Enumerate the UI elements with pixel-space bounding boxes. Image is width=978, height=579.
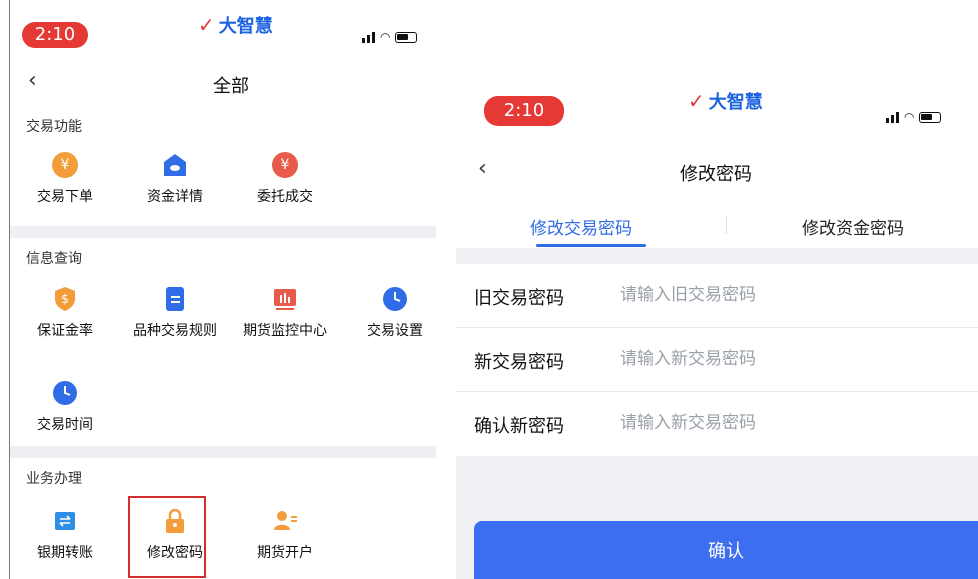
confirm-password-label: 确认新密码 (474, 416, 564, 437)
tile-margin-rate[interactable]: $ 保证金率 (10, 286, 120, 340)
section-title-trading: 交易功能 (26, 119, 82, 135)
wifi-icon: ◠ (380, 30, 391, 44)
brand-icon: ✓ (198, 13, 215, 37)
back-icon[interactable]: ‹ (478, 156, 487, 181)
old-password-label: 旧交易密码 (474, 288, 564, 309)
old-password-input[interactable] (620, 280, 960, 310)
wifi-icon: ◠ (904, 110, 915, 124)
yen-hand-icon: ¥ (272, 152, 298, 178)
tile-orders-fills[interactable]: ¥ 委托成交 (230, 152, 340, 206)
system-icons: ◠ (362, 30, 418, 44)
confirm-button[interactable]: 确认 (474, 521, 978, 579)
bank-icon (162, 152, 188, 178)
tab-change-trade-password[interactable]: 修改交易密码 (530, 214, 632, 239)
document-icon (162, 286, 188, 312)
svg-text:$: $ (61, 292, 69, 306)
clock-icon (52, 380, 78, 406)
highlight-box (128, 496, 206, 578)
yen-coin-icon: ¥ (52, 152, 78, 178)
tab-divider (726, 216, 727, 234)
tile-trade-order[interactable]: ¥ 交易下单 (10, 152, 120, 206)
status-bar: 2:10 ✓ 大智慧 ◠ (456, 80, 978, 126)
new-password-label: 新交易密码 (474, 352, 564, 373)
shield-dollar-icon: $ (52, 286, 78, 312)
confirm-password-row: 确认新密码 (456, 392, 978, 456)
page-title: 修改密码 (680, 164, 752, 185)
status-bar: 2:10 ✓ 大智慧 ◠ (10, 0, 446, 48)
active-tab-indicator (536, 244, 646, 247)
tile-monitoring-center[interactable]: 期货监控中心 (230, 286, 340, 340)
user-card-icon (272, 508, 298, 534)
confirm-password-input[interactable] (620, 408, 960, 438)
new-password-input[interactable] (620, 344, 960, 374)
clock-icon (382, 286, 408, 312)
tile-trade-settings[interactable]: 交易设置 (340, 286, 450, 340)
time-badge: 2:10 (484, 96, 564, 126)
signal-icon (886, 111, 899, 123)
battery-icon (395, 31, 418, 43)
new-password-row: 新交易密码 (456, 328, 978, 392)
brand-name: 大智慧 (708, 92, 763, 113)
tab-change-fund-password[interactable]: 修改资金密码 (802, 214, 904, 239)
brand-icon: ✓ (688, 89, 705, 113)
section-title-business: 业务办理 (26, 471, 82, 487)
section-separator (10, 226, 436, 238)
section-title-info: 信息查询 (26, 251, 82, 267)
all-functions-screen: 2:10 ✓ 大智慧 ◠ ‹ 全部 交易功能 ¥ 交易下单 资金详情 ¥ 委托成… (10, 0, 446, 579)
signal-icon (362, 31, 375, 43)
tile-trading-rules[interactable]: 品种交易规则 (120, 286, 230, 340)
section-separator (456, 248, 978, 264)
brand-name: 大智慧 (218, 16, 273, 37)
time-badge: 2:10 (22, 22, 88, 48)
tile-fund-details[interactable]: 资金详情 (120, 152, 230, 206)
tile-trading-hours[interactable]: 交易时间 (10, 380, 120, 434)
old-password-row: 旧交易密码 (456, 264, 978, 328)
battery-icon (919, 111, 942, 123)
change-password-screen: 2:10 ✓ 大智慧 ◠ ‹ 修改密码 修改交易密码 修改资金密码 旧交易密码 … (456, 80, 978, 579)
transfer-icon (52, 508, 78, 534)
monitor-chart-icon (272, 286, 298, 312)
tile-open-account[interactable]: 期货开户 (230, 508, 340, 562)
system-icons: ◠ (886, 110, 942, 124)
brand-logo: ✓ 大智慧 (688, 88, 763, 114)
tile-bank-transfer[interactable]: 银期转账 (10, 508, 120, 562)
brand-logo: ✓ 大智慧 (198, 12, 273, 38)
section-separator (10, 446, 436, 458)
back-icon[interactable]: ‹ (28, 68, 37, 93)
page-title: 全部 (213, 76, 249, 97)
